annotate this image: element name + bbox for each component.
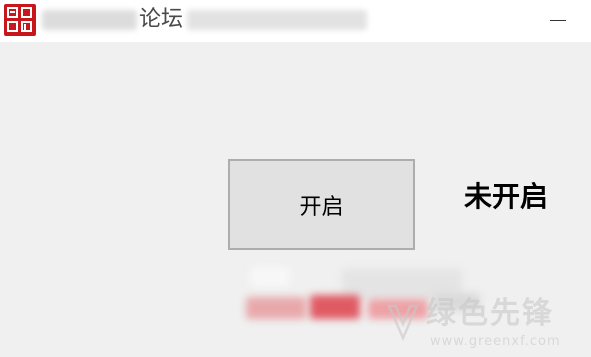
red-seal-icon <box>4 4 36 36</box>
green-leaf-logo-icon <box>387 304 419 342</box>
window-title-text: 论坛 <box>139 7 184 32</box>
watermark: 绿色先锋 www.greenxf.com <box>384 296 584 352</box>
toggle-button[interactable]: 开启 <box>228 159 415 250</box>
redacted-title-part <box>42 10 137 30</box>
minimize-button[interactable] <box>545 8 571 34</box>
minimize-icon <box>550 20 566 21</box>
app-window: 论坛 开启 未开启 绿色先锋 www.greenxf.com <box>0 0 591 357</box>
title-bar[interactable]: 论坛 <box>0 0 591 42</box>
redacted-title-part <box>187 10 368 30</box>
status-label: 未开启 <box>464 180 549 213</box>
watermark-url: www.greenxf.com <box>430 334 561 349</box>
watermark-title: 绿色先锋 <box>426 296 554 331</box>
window-title: 论坛 <box>42 5 368 35</box>
